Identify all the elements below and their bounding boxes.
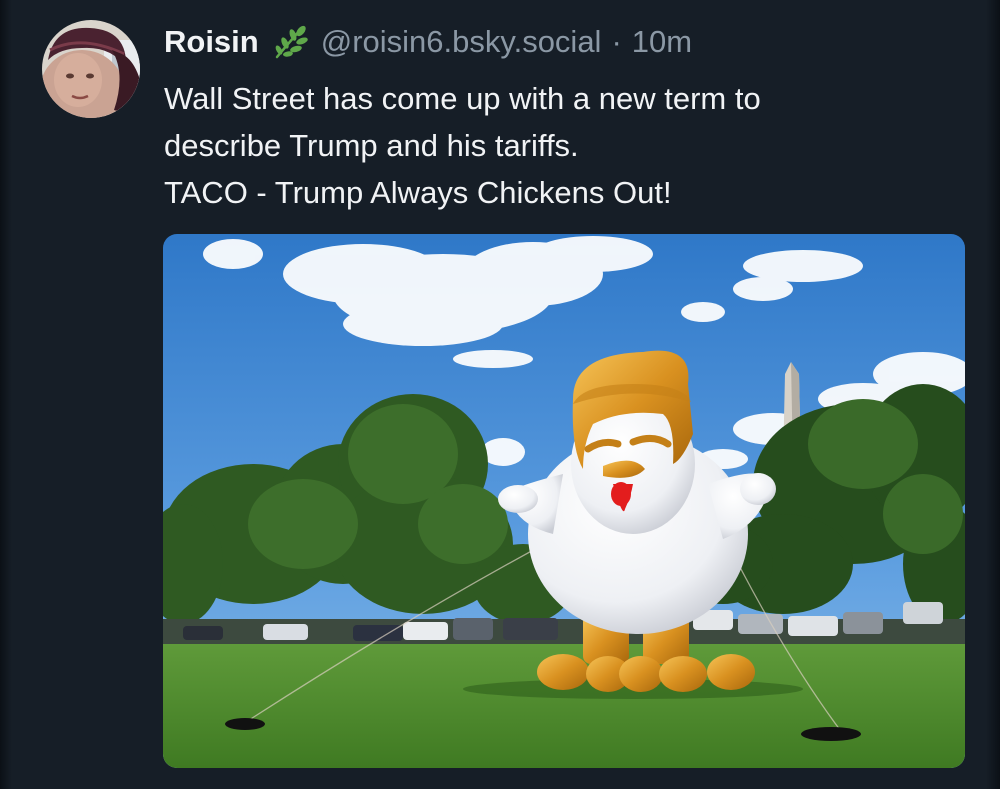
post-text-line: describe Trump and his tariffs. — [164, 128, 579, 163]
post-text: Wall Street has come up with a new term … — [164, 75, 964, 216]
left-edge-shadow — [0, 0, 12, 789]
post-timestamp[interactable]: 10m — [632, 24, 692, 60]
avatar[interactable] — [42, 20, 140, 118]
author-handle[interactable]: @roisin6.bsky.social — [321, 24, 602, 60]
avatar-image — [42, 20, 140, 118]
author-display-name[interactable]: Roisin — [164, 24, 259, 60]
post-text-line: TACO - Trump Always Chickens Out! — [164, 175, 672, 210]
inflatable-chicken-photo — [163, 234, 965, 768]
post-header: Roisin @roisin6.bsky.social · 10m — [164, 22, 692, 62]
post-image[interactable] — [163, 234, 965, 768]
right-edge-shadow — [986, 0, 1000, 789]
post-text-line: Wall Street has come up with a new term … — [164, 81, 761, 116]
post-card[interactable]: Roisin @roisin6.bsky.social · 10m Wall S… — [0, 0, 1000, 789]
meta-separator: · — [611, 24, 622, 59]
leaf-sprig-icon — [271, 23, 309, 61]
